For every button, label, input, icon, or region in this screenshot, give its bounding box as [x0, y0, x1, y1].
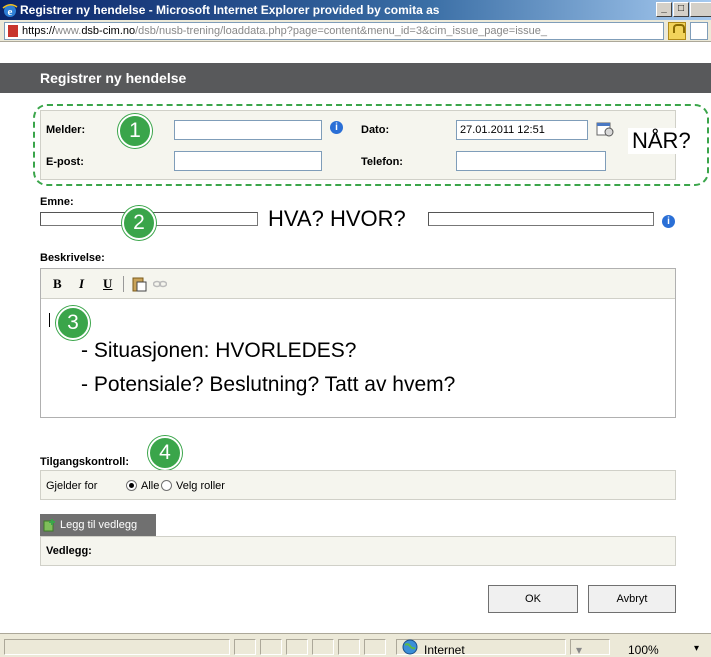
url-host: dsb-cim.no: [81, 25, 136, 37]
bold-button[interactable]: B: [53, 276, 62, 292]
annotation-badge-4: 4: [148, 436, 182, 470]
status-bar: Internet ▾ 100% ▾: [0, 633, 711, 657]
add-attachment-icon: [43, 519, 55, 532]
lock-icon[interactable]: [668, 22, 686, 40]
beskrivelse-label: Beskrivelse:: [40, 252, 105, 264]
address-bar: https://www.dsb-cim.no/dsb/nusb-trening/…: [0, 20, 711, 42]
url-path: /dsb/nusb-trening/loaddata.php?page=cont…: [135, 25, 547, 37]
ok-button[interactable]: OK: [488, 585, 578, 613]
status-cell: [260, 639, 282, 655]
close-button[interactable]: [690, 2, 711, 17]
dato-input[interactable]: 27.01.2011 12:51: [456, 120, 588, 140]
description-line-2: - Potensiale? Beslutning? Tatt av hvem?: [81, 373, 456, 396]
dato-label: Dato:: [361, 124, 390, 136]
annotation-callout-what-where: HVA? HVOR?: [264, 206, 410, 232]
calendar-icon[interactable]: [596, 121, 614, 137]
maximize-button[interactable]: □: [673, 2, 689, 17]
annotation-badge-2: 2: [122, 206, 156, 240]
annotation-callout-when: NÅR?: [628, 128, 695, 154]
telefon-label: Telefon:: [361, 156, 403, 168]
description-line-1: - Situasjonen: HVORLEDES?: [81, 339, 357, 362]
radio-all[interactable]: [126, 480, 137, 491]
status-cell: [338, 639, 360, 655]
status-cell-main: [4, 639, 230, 655]
telefon-input[interactable]: [456, 151, 606, 171]
text-cursor: [49, 313, 50, 327]
vedlegg-label: Vedlegg:: [46, 545, 92, 557]
radio-select-roles-label[interactable]: Velg roller: [176, 480, 225, 492]
dialog-title: Registrer ny hendelse: [0, 63, 711, 93]
epost-input[interactable]: [174, 151, 322, 171]
url-protocol: https://: [22, 25, 56, 37]
gjelder-for-label: Gjelder for: [46, 480, 98, 492]
emne-info-icon[interactable]: i: [662, 215, 675, 228]
tilgangskontroll-label: Tilgangskontroll:: [40, 456, 130, 468]
globe-icon: [402, 639, 418, 655]
status-cell: [234, 639, 256, 655]
url-field[interactable]: https://www.dsb-cim.no/dsb/nusb-trening/…: [4, 22, 664, 40]
melder-label: Melder:: [46, 124, 86, 136]
description-editor[interactable]: B I U - Situasjonen: HVORLEDES? - Potens…: [40, 268, 676, 418]
emne-input-end[interactable]: [428, 212, 654, 226]
svg-text:e: e: [8, 6, 13, 18]
window-title: Registrer ny hendelse - Microsoft Intern…: [20, 3, 440, 17]
status-cell: [286, 639, 308, 655]
status-cell: [364, 639, 386, 655]
epost-label: E-post:: [46, 156, 84, 168]
info-icon[interactable]: i: [330, 121, 343, 134]
annotation-badge-3: 3: [56, 306, 90, 340]
editor-toolbar: B I U: [41, 269, 675, 299]
link-icon[interactable]: [153, 278, 167, 290]
zoom-label[interactable]: 100%: [628, 643, 659, 657]
status-cell: [312, 639, 334, 655]
zone-label: Internet: [424, 643, 465, 657]
underline-button[interactable]: U: [103, 276, 112, 292]
add-attachment-label: Legg til vedlegg: [60, 519, 138, 531]
add-attachment-tab[interactable]: Legg til vedlegg: [40, 514, 156, 536]
zone-cell: [396, 639, 566, 655]
annotation-badge-1: 1: [118, 114, 152, 148]
attachments-box: Vedlegg:: [40, 536, 676, 566]
left-margin: [0, 42, 22, 657]
zoom-dropdown-icon[interactable]: ▾: [694, 643, 699, 654]
page-action-icon[interactable]: [690, 22, 708, 40]
access-control-box: Gjelder for Alle Velg roller: [40, 470, 676, 500]
melder-input[interactable]: [174, 120, 322, 140]
radio-all-label[interactable]: Alle: [141, 480, 159, 492]
internet-explorer-icon: e: [2, 4, 18, 18]
italic-button[interactable]: I: [79, 276, 84, 292]
page-icon: [8, 25, 18, 38]
protected-mode-icon[interactable]: ▾: [576, 643, 582, 657]
toolbar-separator: [123, 276, 124, 292]
radio-select-roles[interactable]: [161, 480, 172, 491]
emne-label: Emne:: [40, 196, 74, 208]
window-titlebar: e Registrer ny hendelse - Microsoft Inte…: [0, 0, 711, 20]
cancel-button[interactable]: Avbryt: [588, 585, 676, 613]
url-host-prefix: www.: [55, 25, 82, 37]
minimize-button[interactable]: _: [656, 2, 672, 17]
paste-icon[interactable]: [131, 276, 147, 292]
